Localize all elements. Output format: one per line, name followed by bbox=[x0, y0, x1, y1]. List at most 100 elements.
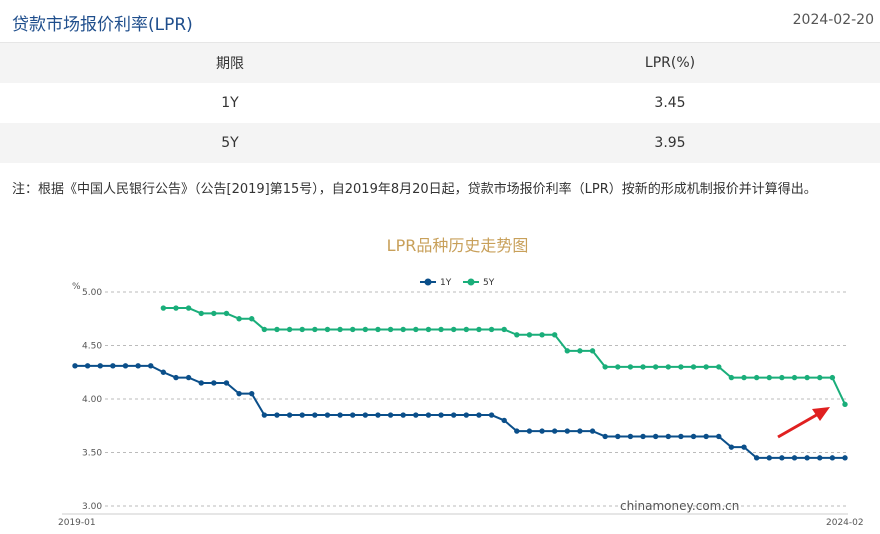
data-point-1y[interactable] bbox=[716, 433, 722, 440]
data-point-1y[interactable] bbox=[753, 455, 760, 461]
data-point-1y[interactable] bbox=[640, 433, 646, 440]
data-point-5y[interactable] bbox=[678, 364, 684, 370]
data-point-1y[interactable] bbox=[564, 428, 570, 434]
data-point-1y[interactable] bbox=[842, 455, 848, 461]
data-point-1y[interactable] bbox=[375, 412, 381, 418]
data-point-5y[interactable] bbox=[716, 364, 722, 370]
data-point-5y[interactable] bbox=[350, 326, 356, 333]
data-point-5y[interactable] bbox=[173, 305, 179, 311]
data-point-1y[interactable] bbox=[652, 433, 659, 440]
data-point-1y[interactable] bbox=[249, 390, 255, 397]
data-point-1y[interactable] bbox=[450, 412, 457, 418]
data-point-1y[interactable] bbox=[551, 428, 558, 434]
data-point-1y[interactable] bbox=[274, 412, 280, 418]
data-point-5y[interactable] bbox=[375, 326, 381, 333]
data-point-1y[interactable] bbox=[804, 455, 810, 461]
data-point-5y[interactable] bbox=[829, 374, 836, 381]
data-point-5y[interactable] bbox=[665, 364, 671, 370]
data-point-1y[interactable] bbox=[488, 412, 495, 418]
data-point-5y[interactable] bbox=[450, 326, 457, 333]
data-point-1y[interactable] bbox=[779, 455, 785, 461]
data-point-1y[interactable] bbox=[539, 428, 545, 434]
data-point-5y[interactable] bbox=[400, 326, 406, 333]
data-point-5y[interactable] bbox=[387, 326, 394, 333]
data-point-5y[interactable] bbox=[223, 310, 230, 317]
data-point-1y[interactable] bbox=[413, 412, 419, 418]
data-point-1y[interactable] bbox=[741, 444, 747, 450]
data-point-1y[interactable] bbox=[728, 444, 735, 450]
data-point-5y[interactable] bbox=[791, 374, 798, 381]
data-point-5y[interactable] bbox=[779, 374, 785, 381]
data-point-5y[interactable] bbox=[324, 326, 331, 333]
data-point-1y[interactable] bbox=[627, 433, 634, 440]
data-point-5y[interactable] bbox=[652, 364, 659, 370]
data-point-1y[interactable] bbox=[135, 363, 141, 369]
data-point-1y[interactable] bbox=[72, 363, 78, 369]
data-point-1y[interactable] bbox=[173, 374, 179, 381]
data-point-5y[interactable] bbox=[463, 326, 470, 333]
data-point-5y[interactable] bbox=[615, 364, 621, 370]
data-point-5y[interactable] bbox=[160, 305, 167, 311]
data-point-1y[interactable] bbox=[602, 433, 608, 440]
data-point-5y[interactable] bbox=[564, 348, 570, 354]
data-point-5y[interactable] bbox=[766, 374, 772, 381]
data-point-5y[interactable] bbox=[488, 326, 495, 333]
data-point-5y[interactable] bbox=[589, 348, 596, 354]
data-point-5y[interactable] bbox=[501, 326, 507, 333]
data-point-1y[interactable] bbox=[148, 363, 154, 369]
data-point-1y[interactable] bbox=[211, 380, 217, 386]
data-point-1y[interactable] bbox=[122, 363, 129, 369]
data-point-5y[interactable] bbox=[817, 374, 823, 381]
data-point-1y[interactable] bbox=[766, 455, 772, 461]
data-point-1y[interactable] bbox=[463, 412, 470, 418]
data-point-5y[interactable] bbox=[211, 310, 217, 317]
data-point-5y[interactable] bbox=[627, 364, 634, 370]
data-point-5y[interactable] bbox=[577, 348, 583, 354]
data-point-5y[interactable] bbox=[198, 310, 204, 317]
data-point-5y[interactable] bbox=[312, 326, 318, 333]
data-point-1y[interactable] bbox=[387, 412, 394, 418]
data-point-5y[interactable] bbox=[413, 326, 419, 333]
data-point-1y[interactable] bbox=[337, 412, 343, 418]
data-point-5y[interactable] bbox=[274, 326, 280, 333]
data-point-5y[interactable] bbox=[551, 332, 558, 338]
data-point-5y[interactable] bbox=[526, 332, 533, 338]
data-point-1y[interactable] bbox=[84, 363, 91, 369]
data-point-1y[interactable] bbox=[261, 412, 268, 418]
data-point-5y[interactable] bbox=[703, 364, 709, 370]
data-point-1y[interactable] bbox=[362, 412, 369, 418]
data-point-1y[interactable] bbox=[438, 412, 444, 418]
data-point-1y[interactable] bbox=[299, 412, 305, 418]
data-point-5y[interactable] bbox=[261, 326, 268, 333]
data-point-5y[interactable] bbox=[236, 316, 242, 322]
data-point-5y[interactable] bbox=[514, 332, 520, 338]
data-point-5y[interactable] bbox=[299, 326, 305, 333]
data-point-1y[interactable] bbox=[425, 412, 432, 418]
data-point-5y[interactable] bbox=[438, 326, 444, 333]
data-point-5y[interactable] bbox=[476, 326, 482, 333]
data-point-1y[interactable] bbox=[110, 363, 116, 369]
data-point-5y[interactable] bbox=[842, 401, 848, 408]
data-point-5y[interactable] bbox=[337, 326, 343, 333]
data-point-1y[interactable] bbox=[665, 433, 671, 440]
data-point-5y[interactable] bbox=[741, 374, 747, 381]
data-point-1y[interactable] bbox=[312, 412, 318, 418]
data-point-1y[interactable] bbox=[577, 428, 583, 434]
data-point-5y[interactable] bbox=[602, 364, 608, 370]
data-point-1y[interactable] bbox=[236, 390, 242, 397]
data-point-5y[interactable] bbox=[640, 364, 646, 370]
data-point-1y[interactable] bbox=[160, 369, 167, 375]
data-point-1y[interactable] bbox=[678, 433, 684, 440]
data-point-1y[interactable] bbox=[829, 455, 836, 461]
data-point-1y[interactable] bbox=[615, 433, 621, 440]
data-point-5y[interactable] bbox=[539, 332, 545, 338]
data-point-1y[interactable] bbox=[589, 428, 596, 434]
data-point-5y[interactable] bbox=[185, 305, 192, 311]
data-point-5y[interactable] bbox=[690, 364, 697, 370]
data-point-5y[interactable] bbox=[753, 374, 760, 381]
data-point-1y[interactable] bbox=[185, 374, 192, 381]
data-point-1y[interactable] bbox=[526, 428, 533, 434]
data-point-1y[interactable] bbox=[198, 380, 204, 386]
data-point-1y[interactable] bbox=[324, 412, 331, 418]
data-point-1y[interactable] bbox=[286, 412, 293, 418]
